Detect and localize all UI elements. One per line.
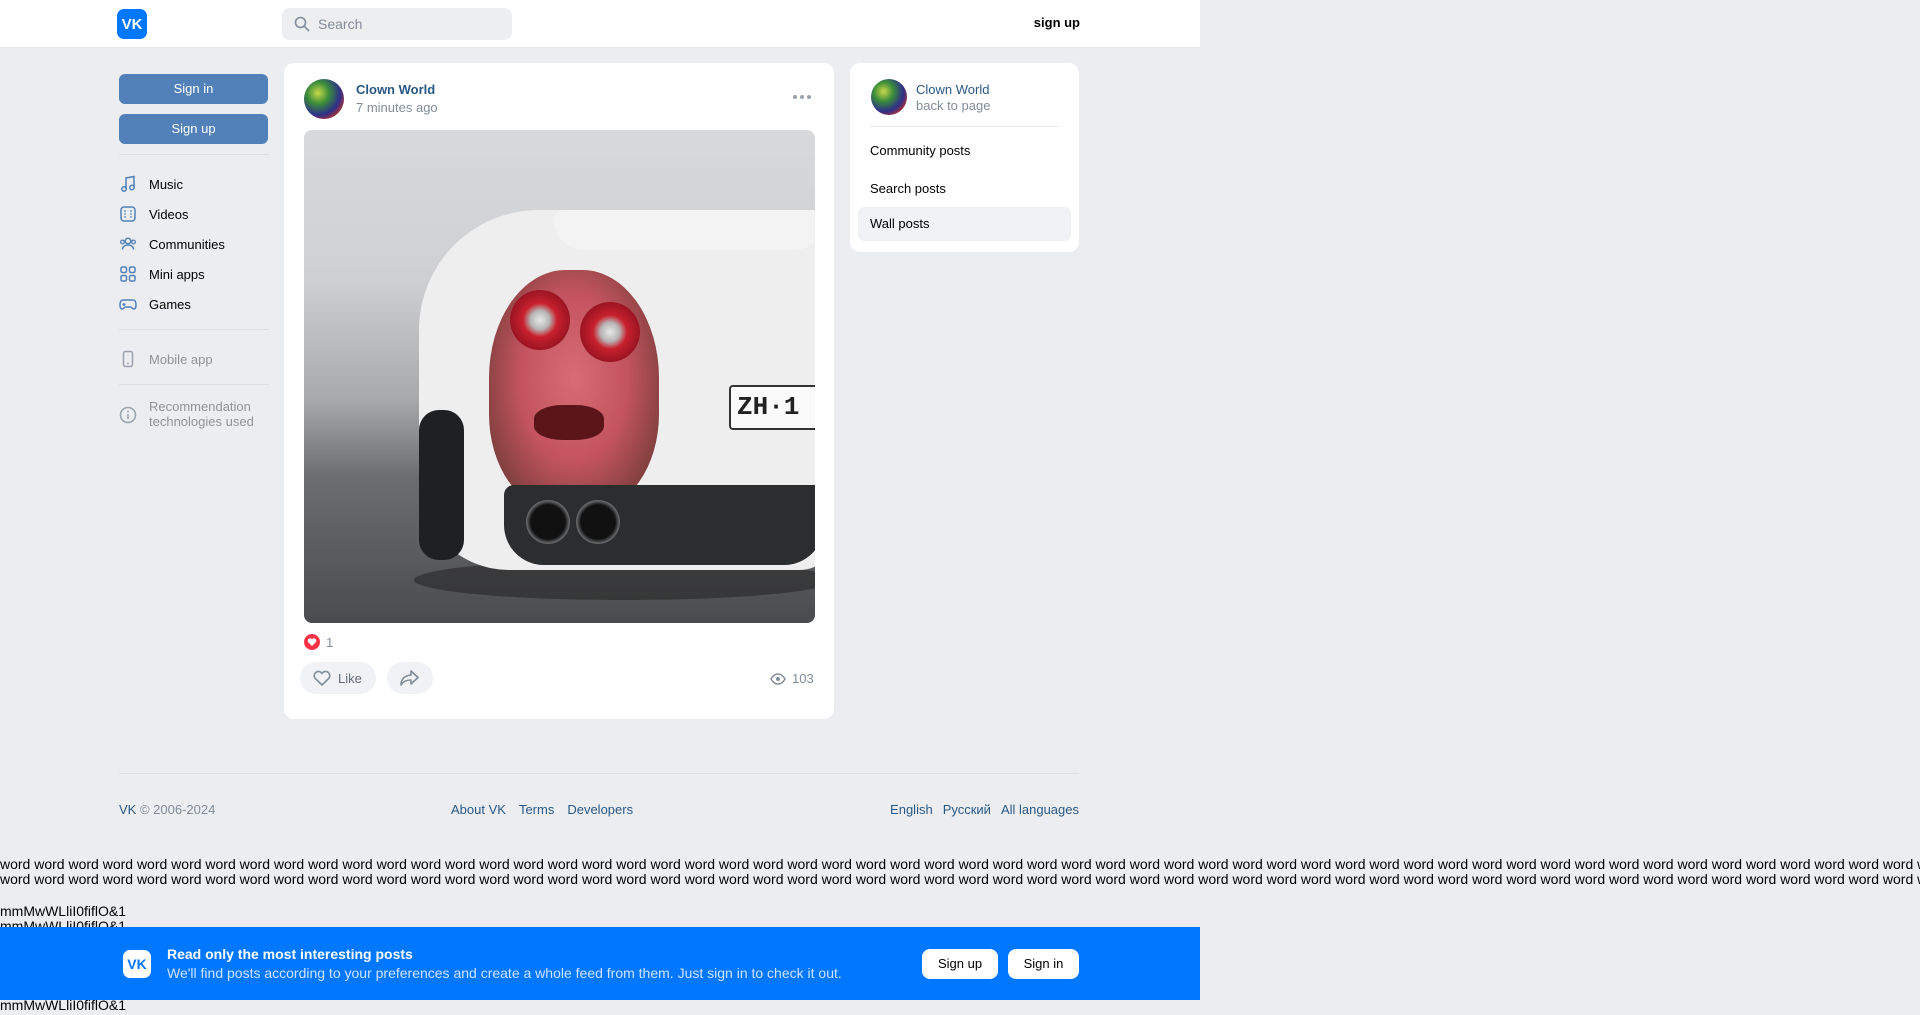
share-button[interactable] — [387, 662, 433, 694]
more-options-icon[interactable] — [793, 95, 811, 99]
sidebar-item-mobile-app[interactable]: Mobile app — [119, 344, 269, 374]
back-to-page-link[interactable]: back to page — [916, 98, 990, 113]
mini-apps-icon — [120, 266, 136, 282]
eye-icon — [770, 672, 786, 685]
recommendation-technologies-link[interactable]: Recommendation technologies used — [119, 399, 269, 429]
community-menu-card: Clown World back to page Community posts… — [850, 63, 1079, 252]
footer-languages: English Русский All languages — [880, 802, 1079, 817]
footer-copyright: VK © 2006-2024 — [119, 802, 215, 817]
sidebar-item-label: Games — [149, 296, 191, 312]
sidebar-item-label: Videos — [149, 206, 189, 222]
views-count: 103 — [792, 671, 814, 686]
photo-exhaust-right — [576, 500, 620, 544]
sidebar-divider — [119, 384, 269, 385]
sidebar-item-label: Mini apps — [149, 266, 205, 282]
sidebar-item-communities[interactable]: Communities — [119, 229, 269, 259]
sidebar-item-videos[interactable]: Videos — [119, 199, 269, 229]
info-icon — [119, 406, 137, 424]
sidebar-item-mini-apps[interactable]: Mini apps — [119, 259, 269, 289]
vk-logo[interactable]: VK — [117, 9, 147, 39]
top-header: VK Search sign up — [0, 0, 1200, 48]
footer-links: About VK Terms Developers — [451, 802, 633, 817]
music-icon — [121, 175, 135, 192]
footer-divider — [119, 773, 1079, 774]
share-icon — [400, 670, 419, 686]
post-timestamp[interactable]: 7 minutes ago — [356, 100, 438, 115]
search-icon — [294, 16, 310, 32]
heart-outline-icon — [313, 670, 331, 687]
photo-taillight-left — [510, 290, 570, 350]
language-russian[interactable]: Русский — [943, 802, 991, 817]
sidebar-divider — [119, 329, 269, 330]
language-all[interactable]: All languages — [1001, 802, 1079, 817]
reactions-summary[interactable]: 1 — [304, 634, 333, 650]
views-counter: 103 — [770, 671, 814, 686]
recommendation-label: Recommendation technologies used — [149, 399, 254, 429]
sign-up-button[interactable]: Sign up — [119, 114, 268, 144]
footer-link-about[interactable]: About VK — [451, 802, 506, 817]
phone-icon — [122, 350, 134, 368]
photo-taillight-right — [580, 302, 640, 362]
avatar[interactable] — [871, 79, 907, 115]
sidebar-item-label: Communities — [149, 236, 225, 252]
left-sidebar: Sign in Sign up Music Videos Communities… — [119, 74, 269, 429]
sidebar-item-label: Music — [149, 176, 183, 192]
filler-line: word word word word word word word word … — [0, 872, 1920, 887]
filler-text: word word word word word word word word … — [0, 857, 1920, 887]
filler-line: word word word word word word word word … — [0, 857, 1920, 872]
video-icon — [120, 206, 136, 222]
gamepad-icon — [119, 299, 137, 310]
banner-title: Read only the most interesting posts — [167, 946, 413, 962]
menu-item-search-posts[interactable]: Search posts — [858, 172, 1071, 206]
sidebar-item-music[interactable]: Music — [119, 169, 269, 199]
avatar[interactable] — [304, 79, 344, 119]
font-probe-text: mmMwWLliI0fiflO&1 — [0, 903, 127, 919]
sidebar-divider — [119, 154, 269, 155]
post-author[interactable]: Clown World — [356, 82, 435, 97]
like-label: Like — [338, 670, 362, 686]
menu-item-community-posts[interactable]: Community posts — [858, 134, 1071, 168]
footer-link-developers[interactable]: Developers — [567, 802, 633, 817]
heart-icon — [304, 634, 320, 650]
photo-spoiler — [554, 210, 815, 250]
menu-item-wall-posts[interactable]: Wall posts — [858, 207, 1071, 241]
like-button[interactable]: Like — [300, 662, 376, 694]
photo-exhaust-left — [526, 500, 570, 544]
footer-link-terms[interactable]: Terms — [519, 802, 554, 817]
likes-count: 1 — [326, 634, 334, 650]
language-english[interactable]: English — [890, 802, 933, 817]
font-probe-text: mmMwWLliI0fiflO&1 — [0, 997, 127, 1013]
communities-icon — [120, 237, 136, 250]
copyright-text: © 2006-2024 — [136, 802, 216, 817]
menu-divider — [870, 126, 1059, 127]
post-card: Clown World 7 minutes ago ZH·1 1 Like 10… — [284, 63, 834, 719]
banner-sign-in-button[interactable]: Sign in — [1008, 949, 1079, 979]
footer-vk-link[interactable]: VK — [119, 802, 136, 817]
search-placeholder: Search — [318, 16, 363, 32]
post-photo[interactable]: ZH·1 — [304, 130, 815, 623]
photo-wheel — [419, 410, 464, 560]
sidebar-item-games[interactable]: Games — [119, 289, 269, 319]
photo-license-plate: ZH·1 — [729, 385, 815, 430]
sign-in-button[interactable]: Sign in — [119, 74, 268, 104]
community-name[interactable]: Clown World — [916, 82, 989, 97]
sidebar-item-label: Mobile app — [149, 351, 213, 367]
signin-promo-banner: VK Read only the most interesting posts … — [0, 927, 1200, 1000]
vk-logo: VK — [123, 950, 151, 978]
banner-subtitle: We'll find posts according to your prefe… — [167, 965, 842, 981]
search-input[interactable]: Search — [282, 8, 512, 40]
header-signup-link[interactable]: sign up — [1020, 15, 1080, 30]
banner-sign-up-button[interactable]: Sign up — [922, 949, 998, 979]
photo-mouth — [534, 405, 604, 440]
